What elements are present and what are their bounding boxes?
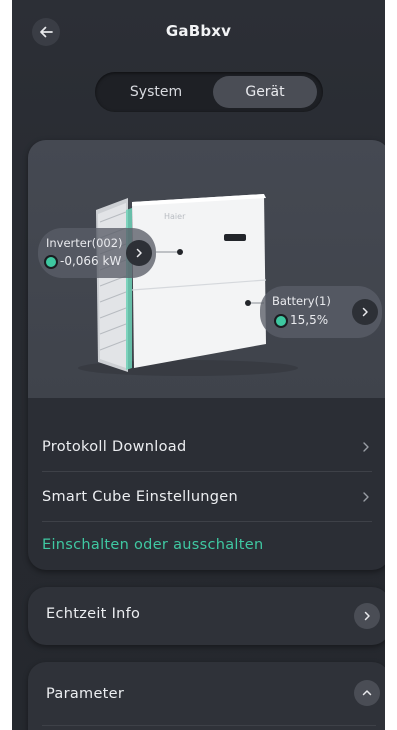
divider <box>42 725 376 726</box>
smart-cube-settings-row[interactable]: Smart Cube Einstellungen <box>42 472 372 522</box>
echtzeit-chevron-button[interactable] <box>354 603 380 629</box>
inverter-value: -0,066 kW <box>60 254 122 268</box>
chevron-right-icon <box>363 441 369 452</box>
protokoll-download-label: Protokoll Download <box>42 438 187 455</box>
brand-label: Haier <box>164 212 186 221</box>
smart-cube-settings-label: Smart Cube Einstellungen <box>42 488 239 505</box>
device-card: Haier Inverter(002) -0,066 kW Battery(1)… <box>28 140 385 570</box>
page-title: GaBbxv <box>165 22 232 40</box>
status-dot-icon <box>46 257 56 267</box>
battery-chevron-button[interactable] <box>352 299 378 325</box>
battery-name: Battery(1) <box>272 294 331 308</box>
inverter-name: Inverter(002) <box>46 236 123 250</box>
chevron-right-icon <box>362 307 368 317</box>
inverter-tag[interactable]: Inverter(002) -0,066 kW <box>38 228 156 278</box>
battery-tag[interactable]: Battery(1) 15,5% <box>260 286 382 338</box>
parameter-label: Parameter <box>46 686 125 702</box>
parameter-collapse-button[interactable] <box>354 680 380 706</box>
chevron-right-icon <box>364 611 370 621</box>
segmented-control: System Gerät <box>95 72 323 112</box>
echtzeit-info-card[interactable]: Echtzeit Info <box>28 587 385 645</box>
app-screen: GaBbxv System Gerät Haier Inverter(002) … <box>12 0 385 730</box>
parameter-card[interactable]: Parameter <box>28 662 385 730</box>
inverter-chevron-button[interactable] <box>126 240 152 266</box>
chevron-right-icon <box>363 491 369 502</box>
tab-geraet[interactable]: Gerät <box>213 76 317 108</box>
chevron-up-icon <box>362 690 372 696</box>
power-toggle-link[interactable]: Einschalten oder ausschalten <box>42 520 372 570</box>
tab-system[interactable]: System <box>101 76 211 108</box>
device-illustration-area: Haier Inverter(002) -0,066 kW Battery(1)… <box>28 140 385 398</box>
power-toggle-label: Einschalten oder ausschalten <box>42 537 264 553</box>
protokoll-download-row[interactable]: Protokoll Download <box>42 422 372 472</box>
chevron-right-icon <box>136 248 142 258</box>
status-dot-icon <box>276 316 286 326</box>
echtzeit-info-label: Echtzeit Info <box>46 606 141 622</box>
battery-value: 15,5% <box>290 313 329 327</box>
